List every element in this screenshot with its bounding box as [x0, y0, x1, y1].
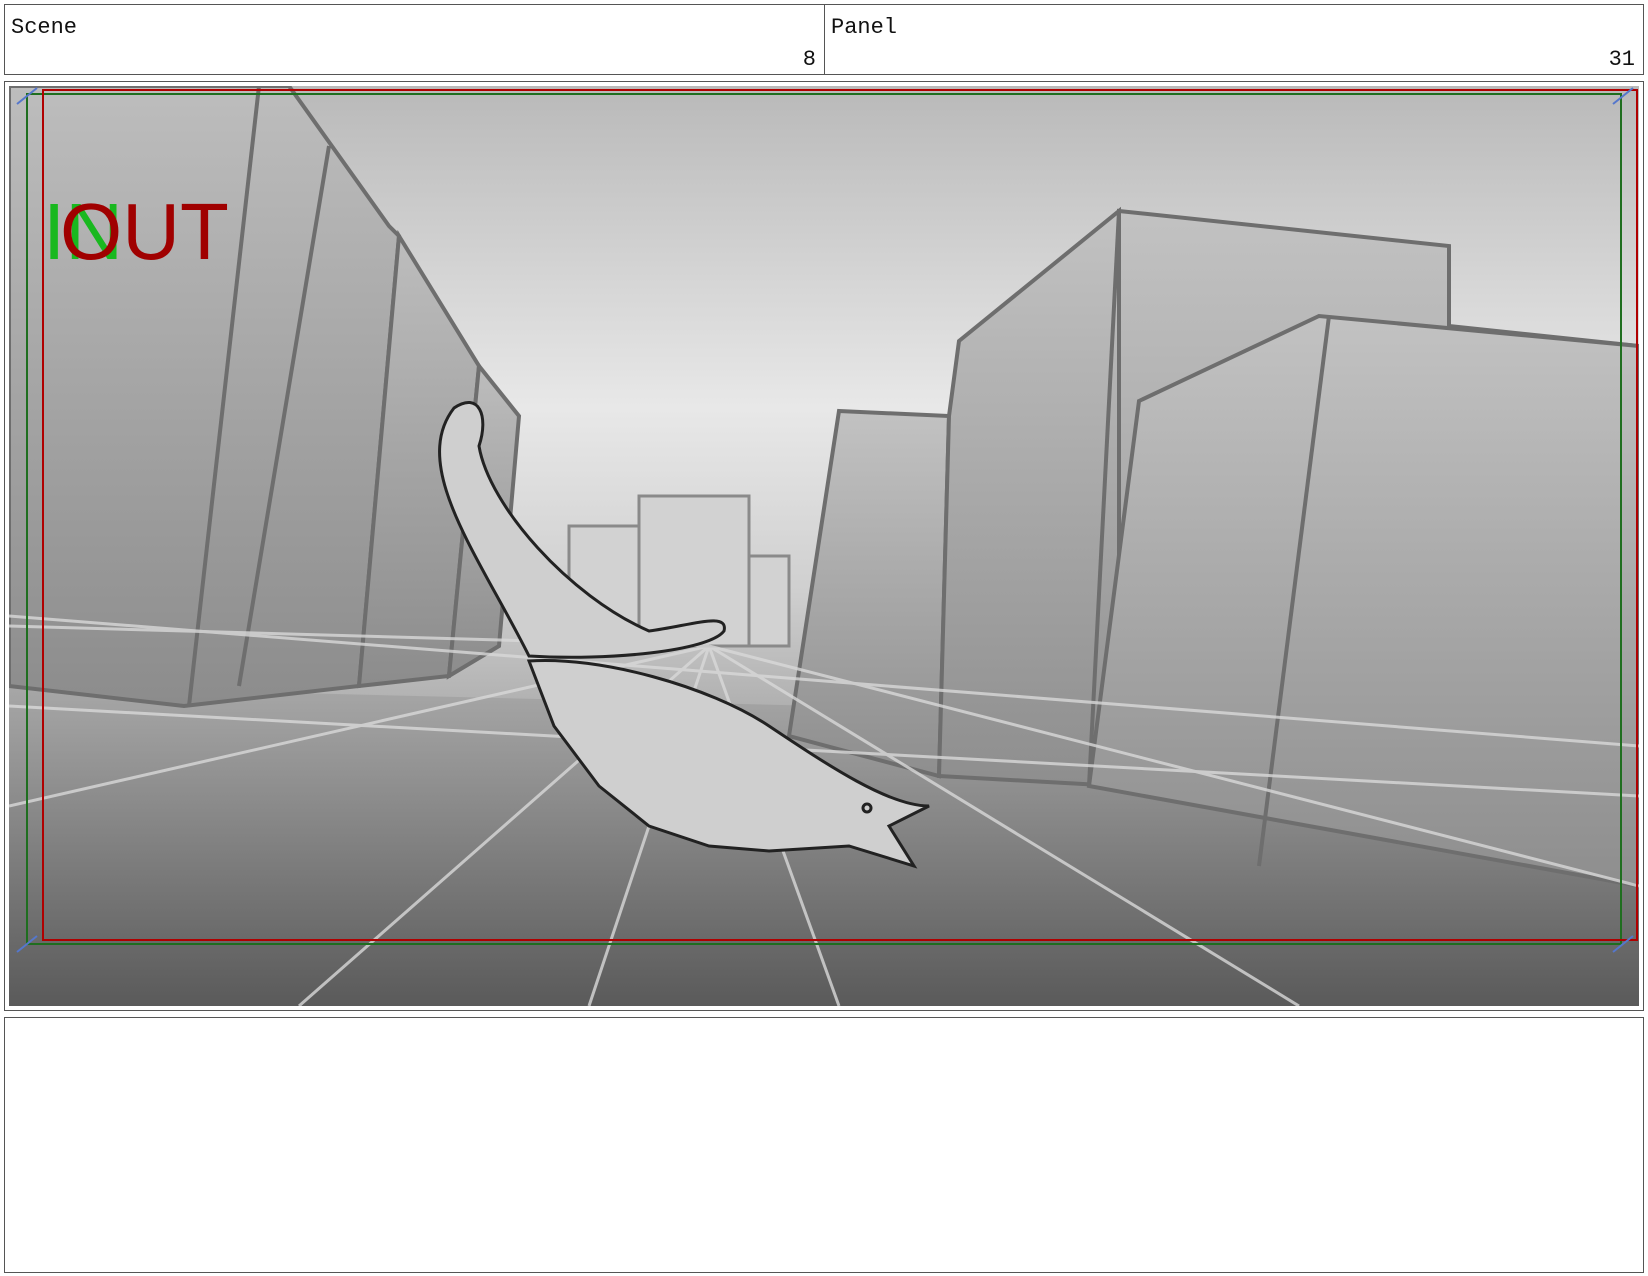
- storyboard-frame: IN OUT: [4, 81, 1644, 1011]
- panel-number: 31: [1608, 47, 1635, 72]
- out-marker: OUT: [60, 187, 229, 276]
- scene-label: Scene: [11, 15, 78, 40]
- panel-cell: Panel 31: [824, 4, 1644, 75]
- panel-label: Panel: [831, 15, 898, 40]
- storyboard-drawing: [9, 86, 1639, 1006]
- scene-cell: Scene 8: [4, 4, 825, 75]
- notes-area[interactable]: [4, 1017, 1644, 1273]
- scene-number: 8: [802, 47, 816, 72]
